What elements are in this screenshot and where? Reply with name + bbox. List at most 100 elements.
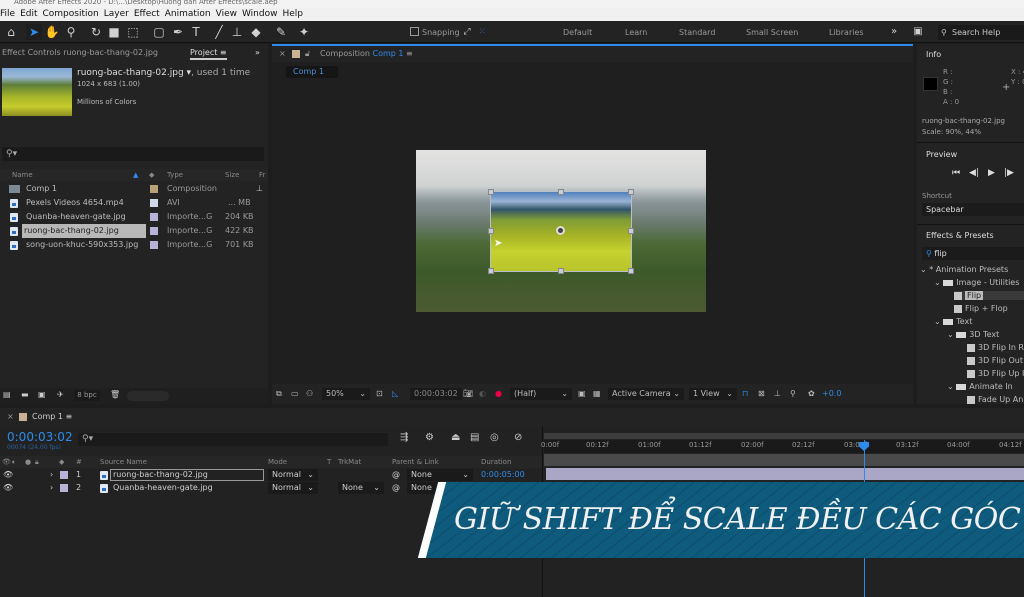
tree-preset[interactable]: 3D Flip Out	[967, 356, 1023, 365]
pan-behind-tool-icon[interactable]: ⬚	[125, 24, 141, 40]
layer-duration-bar[interactable]	[546, 468, 1024, 480]
tree-preset[interactable]: 3D Flip In R	[967, 343, 1024, 352]
frame-blending-icon[interactable]: ▤	[470, 432, 479, 443]
transparency-grid-icon[interactable]: ▦	[593, 384, 601, 404]
trash-icon[interactable]: 🗑	[110, 390, 120, 399]
eraser-tool-icon[interactable]: ◆	[248, 24, 264, 40]
time-ruler[interactable]: 0:00f 00:12f 01:00f 01:12f 02:00f 02:12f…	[541, 440, 1024, 453]
monitor-icon[interactable]: ▭	[291, 384, 299, 404]
project-item-row[interactable]: Comp 1 Composition ⊥	[0, 182, 268, 196]
layer-name-field[interactable]: ruong-bac-thang-02.jpg	[110, 469, 264, 481]
menu-layer[interactable]: Layer	[104, 8, 129, 21]
mode-dropdown[interactable]: Normal ⌄	[268, 482, 318, 494]
menu-animation[interactable]: Animation	[165, 8, 211, 21]
label-color[interactable]	[150, 213, 158, 221]
effects-search-input[interactable]: ⚲ flip	[922, 247, 1024, 260]
workspace-libraries[interactable]: Libraries	[829, 28, 864, 37]
new-folder-icon[interactable]: ▬	[21, 390, 29, 399]
video-visibility-icon[interactable]: 👁︎	[2, 456, 11, 468]
project-item-row[interactable]: song-uon-khuc-590x353.jpg Importe...G 70…	[0, 238, 268, 252]
menu-edit[interactable]: Edit	[20, 8, 37, 21]
transform-handle[interactable]	[628, 189, 634, 195]
solo-icon[interactable]: ●	[25, 456, 31, 468]
label-color[interactable]	[150, 185, 158, 193]
transform-handle[interactable]	[628, 268, 634, 274]
audio-icon[interactable]: 🔈︎	[12, 456, 16, 468]
workspace-standard[interactable]: Standard	[679, 28, 715, 37]
tree-preset[interactable]: Fade Up An	[967, 395, 1023, 404]
menu-effect[interactable]: Effect	[134, 8, 160, 21]
tree-folder[interactable]: ⌄ Text	[934, 317, 972, 326]
tree-preset-selected[interactable]: Flip	[954, 291, 1024, 300]
transform-handle[interactable]	[488, 189, 494, 195]
more-workspaces-icon[interactable]: »	[886, 24, 902, 40]
label-color[interactable]	[150, 241, 158, 249]
eye-icon[interactable]: 👁︎	[3, 482, 13, 494]
project-item-row[interactable]: Pexels Videos 4654.mp4 AVI ... MB	[0, 196, 268, 210]
type-tool-icon[interactable]: T	[188, 24, 204, 40]
expand-chevron-icon[interactable]: ›	[50, 469, 53, 481]
magnification-dropdown[interactable]: 50% ⌄	[322, 388, 370, 400]
menu-composition[interactable]: Composition	[43, 8, 99, 21]
close-icon[interactable]: ×	[7, 408, 14, 426]
col-frame-rate[interactable]: Fr	[259, 169, 265, 181]
transform-handle[interactable]	[558, 268, 564, 274]
label-tag-icon[interactable]: ◆	[59, 456, 64, 468]
sort-ascending-icon[interactable]: ▲	[133, 169, 138, 181]
timeline-current-time[interactable]: 0:00:03:02	[7, 430, 73, 444]
resolution-dropdown[interactable]: (Half) ⌄	[510, 388, 572, 400]
fit-icon[interactable]: ⊡	[376, 384, 383, 404]
trkmat-dropdown[interactable]: None ⌄	[338, 482, 384, 494]
camera-tool-icon[interactable]: ■	[106, 24, 122, 40]
timeline-icon[interactable]: ⊥	[774, 384, 781, 404]
tab-project[interactable]: Project ≡	[190, 44, 227, 60]
lock-icon[interactable]: 🔓︎	[305, 46, 310, 62]
color-channels-icon[interactable]: ●	[495, 384, 502, 404]
exposure-reset-icon[interactable]: ✿	[808, 384, 815, 404]
rotate-tool-icon[interactable]: ↻	[88, 24, 104, 40]
expand-chevron-icon[interactable]: ›	[50, 482, 53, 494]
anchor-point-icon[interactable]	[556, 226, 565, 235]
label-color[interactable]	[60, 471, 68, 479]
transform-handle[interactable]	[558, 189, 564, 195]
timeline-search-input[interactable]: ⚲▾	[78, 433, 388, 446]
interpret-footage-icon[interactable]: ▤	[3, 390, 11, 399]
label-color[interactable]	[60, 484, 68, 492]
workspace-panel-icon[interactable]: ▣	[910, 24, 926, 40]
fast-previews-icon[interactable]: ⊠	[758, 384, 765, 404]
col-parent[interactable]: Parent & Link	[392, 456, 439, 468]
tab-effect-controls[interactable]: Effect Controls ruong-bac-thang-02.jpg	[2, 48, 158, 57]
mask-visibility-icon[interactable]: ◺	[392, 384, 398, 404]
workspace-learn[interactable]: Learn	[625, 28, 647, 37]
menu-file[interactable]: File	[0, 8, 15, 21]
transform-handle[interactable]	[488, 268, 494, 274]
col-trkmat[interactable]: TrkMat	[338, 456, 361, 468]
pickwhip-icon[interactable]: @	[392, 482, 400, 494]
hand-tool-icon[interactable]: ✋	[44, 24, 60, 40]
snap-grid-icon[interactable]: ⁙	[474, 24, 490, 40]
draft-3d-icon[interactable]: ⚙	[425, 432, 434, 443]
composition-canvas[interactable]: ➤	[416, 150, 706, 312]
project-item-row-selected[interactable]: ruong-bac-thang-02.jpg Importe...G 422 K…	[0, 224, 268, 238]
region-of-interest-icon[interactable]: ▣	[578, 384, 586, 404]
panel-menu-icon[interactable]: ≡	[220, 48, 227, 57]
bit-depth-button[interactable]: 8 bpc	[74, 390, 100, 401]
first-frame-icon[interactable]: ⏮	[952, 168, 960, 178]
comp-navigator-tab[interactable]: Comp 1	[286, 66, 338, 78]
snapshot-camera-icon[interactable]: 📷︎	[463, 384, 473, 404]
camera-view-dropdown[interactable]: Active Camera ⌄	[608, 388, 684, 400]
home-icon[interactable]: ⌂	[3, 24, 19, 40]
col-source-name[interactable]: Source Name	[100, 456, 147, 468]
tree-preset[interactable]: Flip + Flop	[954, 304, 1008, 313]
label-tag-icon[interactable]: ◆	[149, 169, 154, 181]
new-composition-icon[interactable]: ▣	[38, 390, 46, 399]
label-color[interactable]	[150, 227, 158, 235]
shortcut-dropdown[interactable]: Spacebar	[922, 203, 1024, 216]
pen-tool-icon[interactable]: ✒	[170, 24, 186, 40]
previous-frame-icon[interactable]: ◀︎|	[969, 168, 979, 178]
render-queue-icon[interactable]: ✈	[57, 390, 64, 399]
motion-blur-icon[interactable]: ◎	[490, 432, 499, 443]
snapping-checkbox[interactable]	[410, 27, 419, 36]
brush-tool-icon[interactable]: ╱	[211, 24, 227, 40]
col-name[interactable]: Name	[12, 169, 33, 181]
